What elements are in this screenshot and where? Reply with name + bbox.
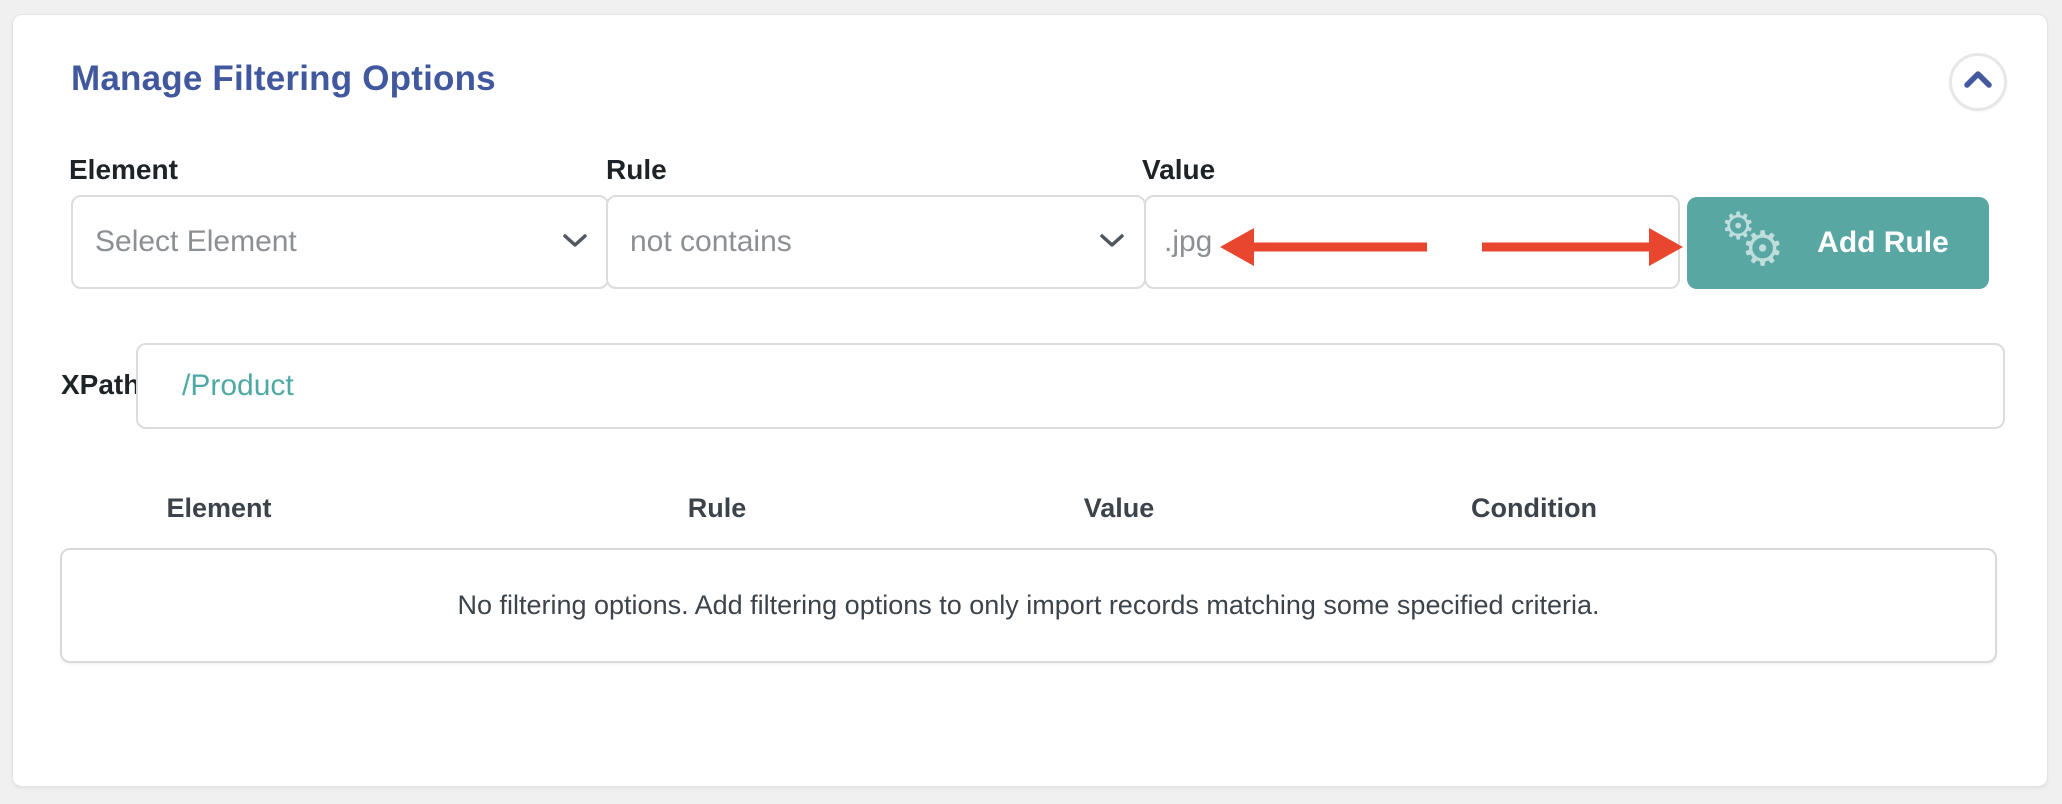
table-header-value: Value <box>1083 493 1155 523</box>
table-header-condition: Condition <box>1471 493 1597 523</box>
collapse-panel-button[interactable] <box>1949 53 2007 111</box>
rule-select-value: not contains <box>630 225 792 258</box>
filtering-rules-empty-state: No filtering options. Add filtering opti… <box>60 548 1997 663</box>
xpath-label: XPath <box>61 369 141 400</box>
rule-field-label: Rule <box>606 154 667 185</box>
chevron-up-icon <box>1961 69 1995 96</box>
element-field-label: Element <box>69 154 178 185</box>
add-rule-button-label: Add Rule <box>1817 226 1949 259</box>
manage-filtering-panel: Manage Filtering Options Element Rule Va… <box>12 14 2048 787</box>
panel-title: Manage Filtering Options <box>71 59 496 98</box>
element-select[interactable]: Select Element <box>71 195 609 289</box>
table-header-rule: Rule <box>687 493 747 523</box>
value-input[interactable] <box>1144 195 1680 289</box>
value-field-label: Value <box>1142 154 1216 185</box>
gears-icon: ⚙ ⚙ <box>1721 204 1785 277</box>
empty-state-message: No filtering options. Add filtering opti… <box>457 590 1600 620</box>
chevron-down-icon <box>561 232 589 253</box>
page-canvas: Manage Filtering Options Element Rule Va… <box>0 0 2062 804</box>
table-header-element: Element <box>166 493 272 523</box>
element-select-value: Select Element <box>95 225 297 258</box>
rule-select[interactable]: not contains <box>606 195 1146 289</box>
chevron-down-icon <box>1098 232 1126 253</box>
add-rule-button[interactable]: ⚙ ⚙ Add Rule <box>1687 197 1989 289</box>
xpath-input[interactable] <box>136 343 2005 429</box>
